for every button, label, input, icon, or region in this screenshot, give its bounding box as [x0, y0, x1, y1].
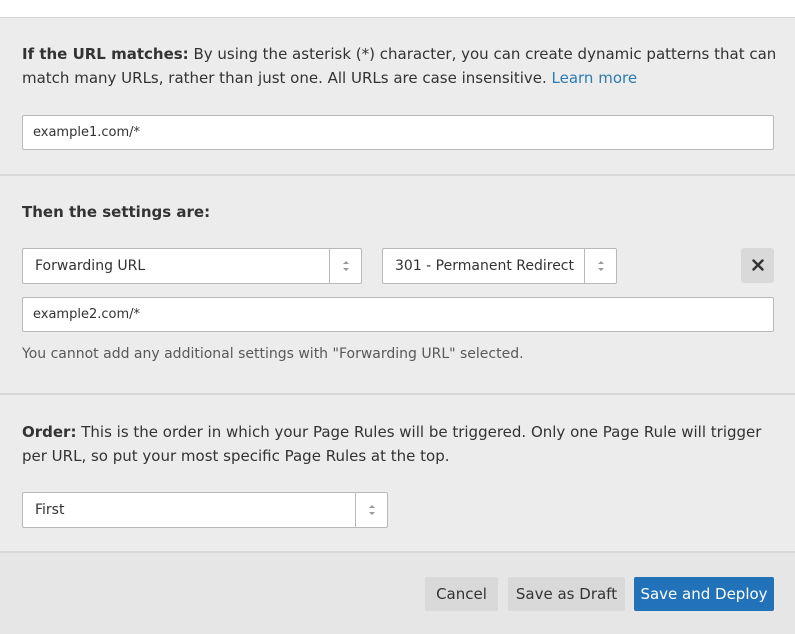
close-icon: [751, 257, 764, 275]
settings-heading: Then the settings are:: [22, 203, 211, 221]
setting-type-select[interactable]: Forwarding URL: [22, 248, 362, 284]
destination-url-input[interactable]: [22, 297, 774, 332]
order-help-text: This is the order in which your Page Rul…: [22, 423, 762, 465]
url-match-description: If the URL matches: By using the asteris…: [22, 42, 782, 90]
select-arrows-icon: [329, 249, 361, 283]
url-pattern-input[interactable]: [22, 115, 774, 150]
order-select[interactable]: First: [22, 492, 388, 528]
save-draft-button[interactable]: Save as Draft: [508, 577, 625, 611]
order-label: Order:: [22, 423, 77, 441]
order-value: First: [35, 502, 65, 518]
forwarding-note: You cannot add any additional settings w…: [22, 346, 524, 362]
select-arrows-icon: [355, 493, 387, 527]
order-section: [0, 395, 795, 553]
learn-more-link[interactable]: Learn more: [552, 69, 638, 87]
status-code-select[interactable]: 301 - Permanent Redirect: [382, 248, 617, 284]
status-code-value: 301 - Permanent Redirect: [395, 258, 574, 274]
url-match-label: If the URL matches:: [22, 45, 189, 63]
save-deploy-button[interactable]: Save and Deploy: [634, 577, 774, 611]
select-arrows-icon: [584, 249, 616, 283]
setting-type-value: Forwarding URL: [35, 258, 146, 274]
order-description: Order: This is the order in which your P…: [22, 420, 782, 468]
cancel-button[interactable]: Cancel: [425, 577, 498, 611]
remove-setting-button[interactable]: [741, 248, 774, 283]
modal-top-edge: [0, 0, 795, 18]
